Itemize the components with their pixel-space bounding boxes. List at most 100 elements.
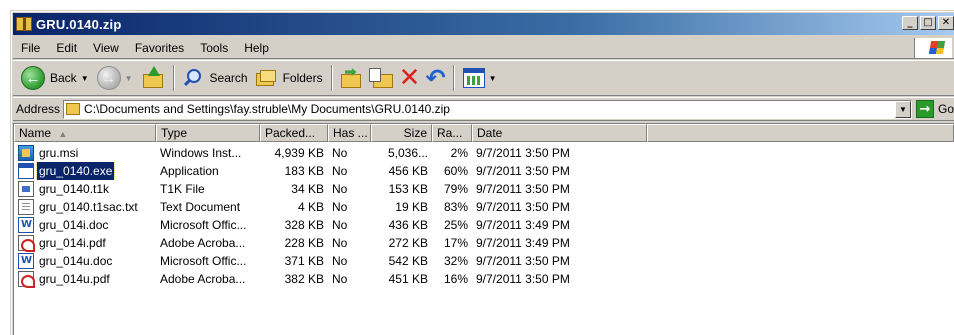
column-header-type[interactable]: Type [156,124,260,142]
close-button[interactable]: ✕ [938,16,954,30]
file-ratio: 17% [443,236,468,250]
file-date: 9/7/2011 3:50 PM [476,254,570,268]
file-row[interactable]: gru_0140.t1k T1K File 34 KB No 153 KB 79% 9/7/… [14,180,954,198]
file-row[interactable]: gru_0140.t1sac.txt Text Document 4 KB No 19 … [14,198,954,216]
menu-file[interactable]: File [13,41,48,55]
file-row[interactable]: gru_0140.exe Application 183 KB No 456 KB 60%… [14,162,954,180]
column-header-ratio[interactable]: Ra... [432,124,472,142]
file-size: 436 KB [388,218,428,232]
windows-flag-icon [928,41,946,54]
file-packed-size: 4,939 KB [274,146,324,160]
file-type: Windows Inst... [160,146,242,160]
undo-icon[interactable]: ↶ [423,66,449,90]
file-ratio: 60% [443,164,468,178]
maximize-button[interactable]: □ [920,16,936,30]
search-button[interactable]: Search [179,64,252,92]
up-folder-button[interactable] [137,64,169,92]
file-has-password: No [332,236,348,250]
back-button[interactable]: ← Back ▼ [17,64,93,92]
file-name-cell[interactable]: gru_014u.doc [14,252,156,270]
file-name-cell[interactable]: gru_014u.pdf [14,270,156,288]
column-header-packed[interactable]: Packed... [260,124,328,142]
back-label: Back [50,71,77,85]
file-row[interactable]: gru_014u.pdf Adobe Acroba... 382 KB No 451 K… [14,270,954,288]
file-has-password: No [332,200,348,214]
file-rows: gru.msi Windows Inst... 4,939 KB No 5,036...… [14,144,954,288]
file-name-cell[interactable]: gru_0140.t1k [14,180,156,198]
file-has-password: No [332,164,348,178]
column-header-name[interactable]: Name ▲ [14,124,156,142]
forward-dropdown-icon[interactable]: ▼ [125,74,133,83]
file-type: T1K File [160,182,205,196]
up-folder-icon [141,66,165,90]
file-has-password: No [332,182,348,196]
menu-tools[interactable]: Tools [192,41,236,55]
window-controls: _ □ ✕ [902,16,954,30]
file-type: Microsoft Offic... [160,254,247,268]
file-date: 9/7/2011 3:50 PM [476,200,570,214]
go-button[interactable]: → Go [915,100,954,118]
menu-favorites[interactable]: Favorites [127,41,192,55]
zip-folder-icon [16,17,32,31]
minimize-button[interactable]: _ [902,16,918,30]
menu-edit[interactable]: Edit [48,41,85,55]
folders-label: Folders [282,71,323,85]
doc-icon [18,217,34,233]
file-ratio: 16% [443,272,468,286]
toolbar-separator [330,65,333,91]
views-button[interactable]: ▼ [459,64,501,92]
folders-button[interactable]: Folders [252,64,327,92]
toolbar-separator [172,65,175,91]
file-ratio: 79% [443,182,468,196]
column-header-date[interactable]: Date [472,124,647,142]
back-dropdown-icon[interactable]: ▼ [81,74,89,83]
views-dropdown-icon[interactable]: ▼ [489,74,497,83]
file-name-cell[interactable]: gru_0140.exe [14,162,156,180]
file-name-cell[interactable]: gru.msi [14,144,156,162]
file-size: 451 KB [388,272,428,286]
file-packed-size: 34 KB [291,182,324,196]
file-date: 9/7/2011 3:49 PM [476,218,570,232]
delete-icon[interactable]: ✕ [397,65,423,91]
file-size: 272 KB [388,236,428,250]
file-packed-size: 371 KB [284,254,324,268]
address-dropdown-icon[interactable]: ▼ [894,100,911,118]
menu-view[interactable]: View [85,41,127,55]
file-size: 19 KB [395,200,428,214]
file-type: Microsoft Offic... [160,218,247,232]
column-headers: Name ▲ Type Packed... Has ... Size Ra...… [14,124,954,142]
file-name-cell[interactable]: gru_014i.doc [14,216,156,234]
file-name-cell[interactable]: gru_0140.t1sac.txt [14,198,156,216]
file-row[interactable]: gru.msi Windows Inst... 4,939 KB No 5,036...… [14,144,954,162]
address-input[interactable]: C:\Documents and Settings\fay.struble\My… [63,99,912,119]
file-packed-size: 183 KB [284,164,324,178]
menu-help[interactable]: Help [236,41,277,55]
address-label: Address [16,102,61,116]
title-bar[interactable]: GRU.0140.zip _ □ ✕ [13,13,954,35]
forward-button[interactable]: → ▼ [93,64,137,92]
msi-icon [18,145,34,161]
file-row[interactable]: gru_014i.pdf Adobe Acroba... 228 KB No 272 K… [14,234,954,252]
copy-to-icon[interactable] [368,66,395,90]
file-name: gru_014u.doc [39,254,113,268]
menu-bar: File Edit View Favorites Tools Help [13,37,954,59]
views-icon [462,68,485,88]
file-name: gru_014i.pdf [39,236,106,250]
file-ratio: 25% [443,218,468,232]
file-row[interactable]: gru_014i.doc Microsoft Offic... 328 KB No 43… [14,216,954,234]
column-header-size[interactable]: Size [371,124,432,142]
file-name: gru_0140.t1sac.txt [39,200,138,214]
move-to-icon[interactable] [339,66,365,90]
pdf-icon [18,235,35,252]
file-name-cell[interactable]: gru_014i.pdf [14,234,156,252]
column-header-filler [647,124,954,142]
file-name: gru_014u.pdf [39,272,110,286]
file-date: 9/7/2011 3:50 PM [476,164,570,178]
file-type: Adobe Acroba... [160,236,246,250]
toolbar-separator [452,65,455,91]
file-packed-size: 228 KB [284,236,324,250]
file-list: Name ▲ Type Packed... Has ... Size Ra...… [13,123,954,335]
file-row[interactable]: gru_014u.doc Microsoft Offic... 371 KB No 54… [14,252,954,270]
explorer-window: GRU.0140.zip _ □ ✕ File Edit View Favori… [10,10,954,335]
column-header-has[interactable]: Has ... [328,124,371,142]
